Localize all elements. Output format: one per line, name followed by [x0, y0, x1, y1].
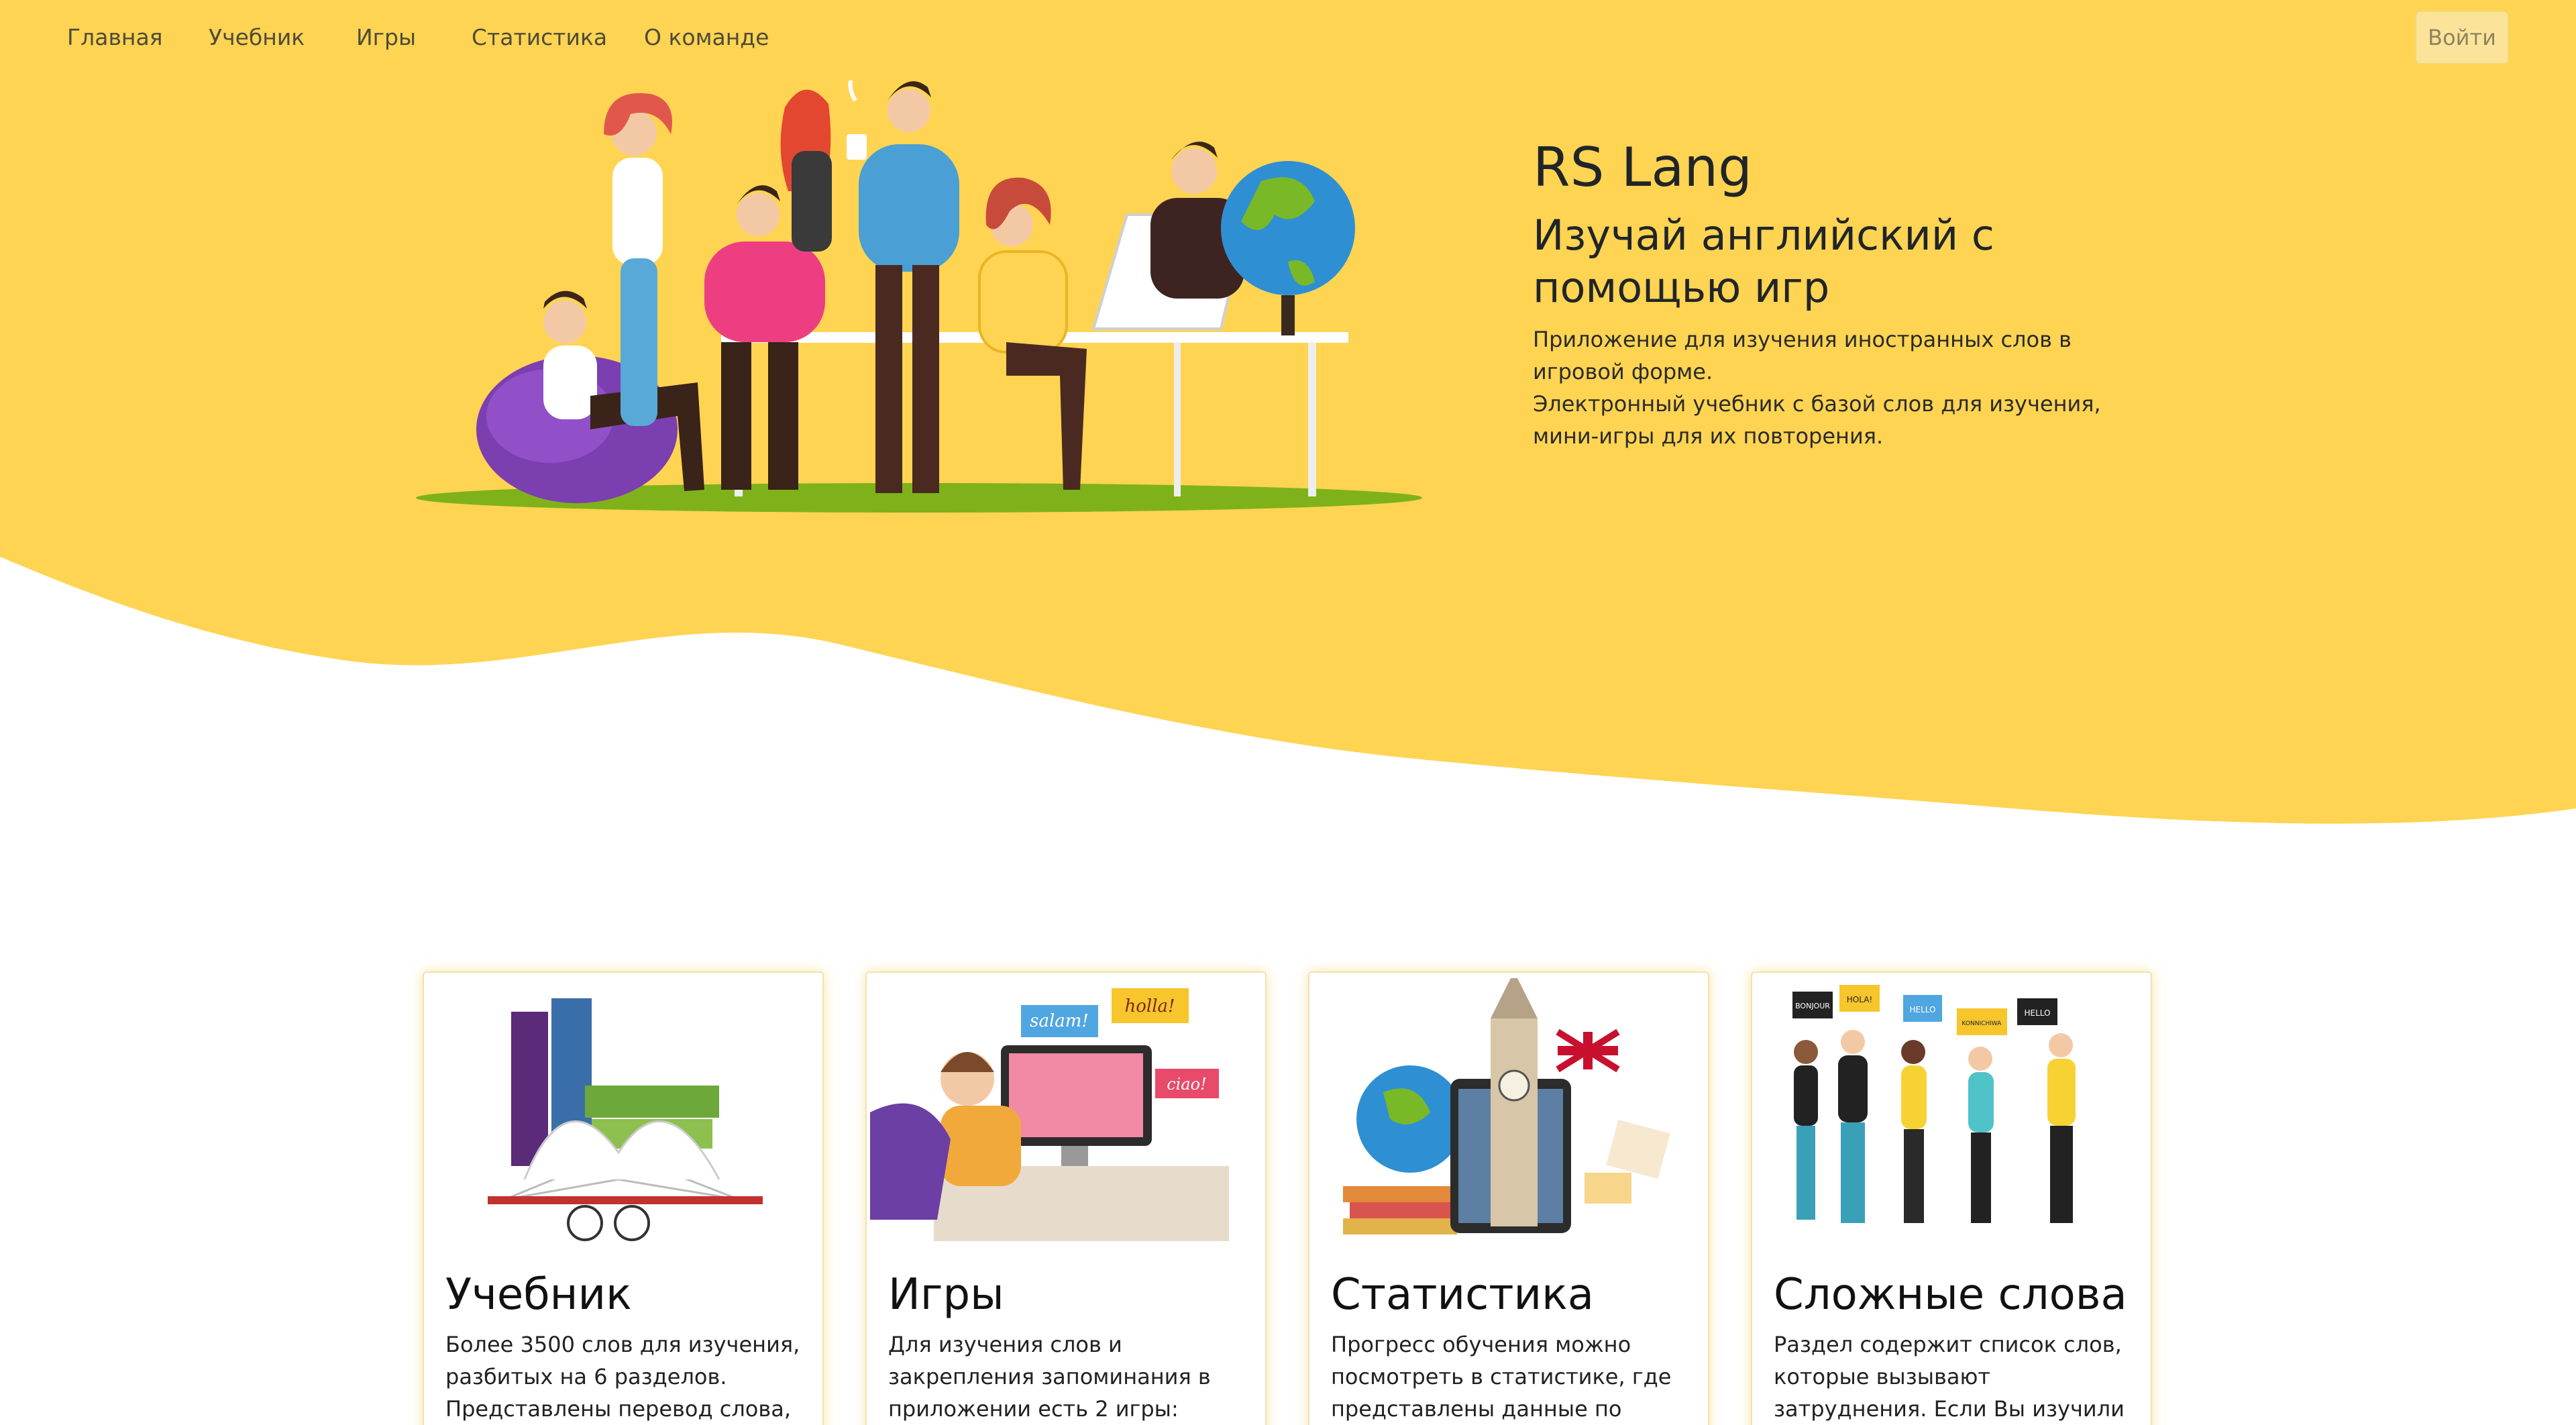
speech-bubble-ciao: ciao! — [1167, 1075, 1207, 1094]
nav-statistics-link[interactable]: Статистика — [472, 24, 607, 51]
nav-textbook-link[interactable]: Учебник — [209, 24, 305, 51]
hero-description-line-1: Приложение для изучения иностранных слов… — [1533, 327, 2072, 384]
card-text-statistics: Прогресс обучения можно посмотреть в ста… — [1331, 1332, 1672, 1422]
hero-illustration-students — [416, 81, 1422, 513]
login-button[interactable]: Войти — [2415, 11, 2509, 64]
statistics-illustration — [1343, 978, 1670, 1234]
feature-card-games[interactable]: salam! holla! ciao! Игры Для изучения сл… — [865, 971, 1267, 1425]
feature-card-textbook[interactable]: Учебник Более 3500 слов для изучения, ра… — [423, 971, 824, 1425]
hero-title: RS Lang — [1533, 136, 1752, 199]
speech-bubble-holla: holla! — [1125, 996, 1175, 1016]
hero-subtitle: Изучай английский с помощью игр — [1533, 211, 1994, 312]
speech-bubble-konnichiwa: KONNICHIWA — [1962, 1020, 2002, 1027]
card-text-hard-words: Раздел содержит список слов, которые выз… — [1774, 1332, 2125, 1422]
speech-bubble-hello-2: HELLO — [2025, 1008, 2051, 1018]
speech-bubble-salam: salam! — [1030, 1011, 1089, 1031]
card-text-textbook: Более 3500 слов для изучения, разбитых н… — [445, 1332, 800, 1422]
card-title-games: Игры — [888, 1270, 1004, 1320]
speech-bubble-hello: HELLO — [1910, 1005, 1936, 1014]
feature-card-statistics[interactable]: Статистика Прогресс обучения можно посмо… — [1308, 971, 1709, 1425]
speech-bubble-hola: HOLA! — [1847, 995, 1872, 1004]
card-title-hard-words: Сложные слова — [1774, 1270, 2127, 1320]
games-illustration: salam! holla! ciao! — [870, 988, 1229, 1241]
feature-card-hard-words[interactable]: BONJOUR HOLA! HELLO KONNICHIWA HELLO Сло… — [1751, 971, 2152, 1425]
hero-description: Приложение для изучения иностранных слов… — [1533, 323, 2103, 452]
hero-text-block: RS Lang Изучай английский с помощью игр … — [1533, 134, 2103, 452]
books-illustration — [488, 998, 763, 1241]
hero-description-line-2: Электронный учебник с базой слов для изу… — [1533, 391, 2101, 449]
hard-words-illustration: BONJOUR HOLA! HELLO KONNICHIWA HELLO — [1792, 985, 2076, 1223]
card-title-textbook: Учебник — [445, 1270, 632, 1320]
speech-bubble-bonjour: BONJOUR — [1795, 1002, 1830, 1010]
nav-games-link[interactable]: Игры — [356, 24, 416, 51]
card-title-statistics: Статистика — [1331, 1270, 1594, 1320]
top-navbar: Главная Учебник Игры Статистика О команд… — [0, 0, 2576, 75]
card-text-games: Для изучения слов и закрепления запомина… — [888, 1332, 1211, 1422]
nav-home-link[interactable]: Главная — [67, 24, 163, 51]
nav-team-link[interactable]: О команде — [644, 24, 769, 51]
